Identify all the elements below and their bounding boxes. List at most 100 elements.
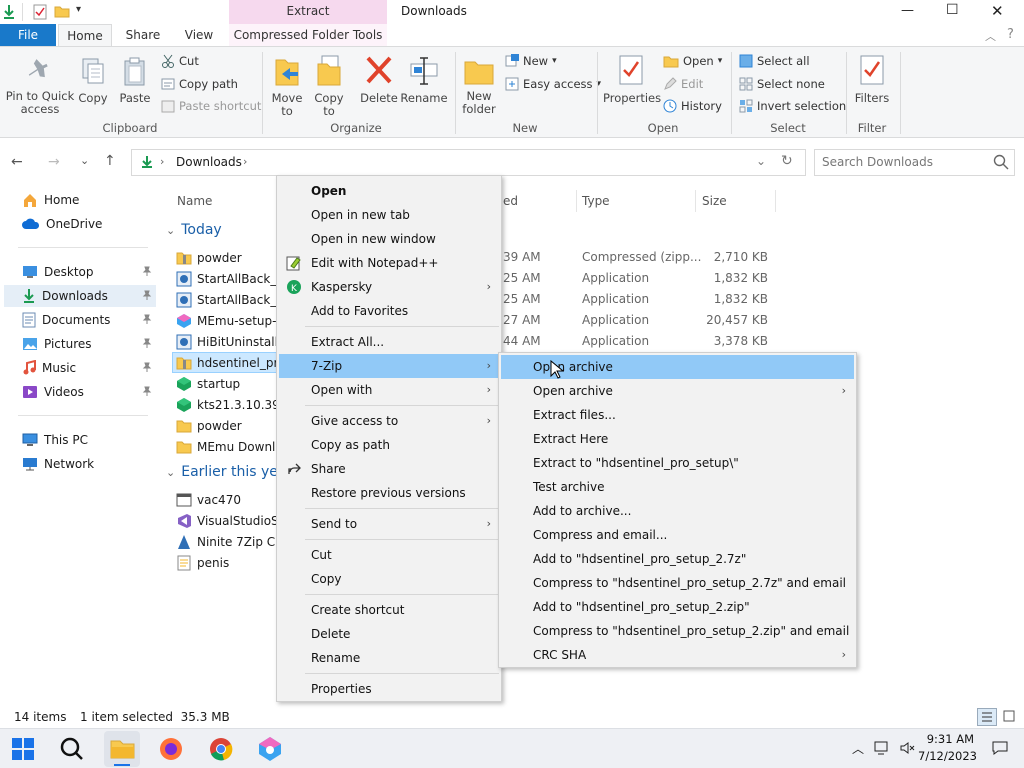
rename-button[interactable]: Rename <box>400 54 448 105</box>
copy-path-button[interactable]: Copy path <box>161 75 238 93</box>
properties-check-icon[interactable] <box>33 4 47 20</box>
context-menu-item-send-to[interactable]: Send to › <box>277 512 501 536</box>
context-menu-item-properties[interactable]: Properties <box>277 677 501 701</box>
address-dropdown-icon[interactable]: ⌄ <box>756 154 766 168</box>
delete-button[interactable]: Delete <box>359 54 399 105</box>
7zip-menu-item-3[interactable]: Extract Here <box>499 427 856 451</box>
context-menu-item-open-in-new-window[interactable]: Open in new window <box>277 227 501 251</box>
context-menu-item-open-in-new-tab[interactable]: Open in new tab <box>277 203 501 227</box>
invert-selection-button[interactable]: Invert selection <box>739 97 846 115</box>
file-row[interactable]: HiBitUninstalle <box>176 331 276 352</box>
file-row[interactable]: vac470 <box>176 489 276 510</box>
file-row[interactable]: StartAllBack_3. <box>176 268 276 289</box>
history-button[interactable]: History <box>663 97 722 115</box>
sidebar-item-home[interactable]: Home <box>22 189 156 211</box>
minimize-button[interactable]: — <box>901 3 914 18</box>
details-view-icon[interactable] <box>977 708 997 726</box>
column-separator[interactable] <box>775 190 776 212</box>
show-hidden-icons-icon[interactable]: ︿ <box>852 740 864 757</box>
properties-button[interactable]: Properties <box>603 54 661 105</box>
file-row[interactable]: kts21.3.10.391e <box>176 394 276 415</box>
file-row[interactable]: Ninite 7Zip Chr <box>176 531 276 552</box>
tab-file[interactable]: File <box>0 24 56 47</box>
7zip-menu-item-6[interactable]: Add to archive... <box>499 499 856 523</box>
column-header-name[interactable]: Name <box>177 194 212 208</box>
file-row[interactable]: startup <box>176 373 276 394</box>
maximize-button[interactable]: ☐ <box>946 2 959 18</box>
sidebar-item-onedrive[interactable]: OneDrive <box>22 213 156 235</box>
large-icons-view-icon[interactable] <box>1002 709 1016 723</box>
file-row[interactable]: MEmu-setup-a <box>176 310 276 331</box>
new-folder-button[interactable]: New folder <box>458 56 500 116</box>
memu-icon[interactable] <box>257 736 283 762</box>
file-explorer-taskbar-button[interactable] <box>104 731 140 767</box>
file-row[interactable]: StartAllBack_3. <box>176 289 276 310</box>
network-icon[interactable] <box>874 740 890 756</box>
group-header-today[interactable]: ⌄ Today <box>166 222 222 238</box>
new-item-button[interactable]: New ▾ <box>505 52 557 70</box>
group-header-earlier[interactable]: ⌄ Earlier this yea <box>166 464 286 480</box>
refresh-icon[interactable]: ↻ <box>781 153 793 169</box>
breadcrumb-downloads[interactable]: Downloads <box>176 155 242 169</box>
volume-muted-icon[interactable] <box>899 740 915 756</box>
7zip-menu-item-10[interactable]: Add to "hdsentinel_pro_setup_2.zip" <box>499 595 856 619</box>
context-menu-item-share[interactable]: Share <box>277 457 501 481</box>
search-input[interactable]: Search Downloads <box>814 149 1015 176</box>
context-menu-item-kaspersky[interactable]: K Kaspersky › <box>277 275 501 299</box>
7zip-menu-item-7[interactable]: Compress and email... <box>499 523 856 547</box>
context-menu-item-copy[interactable]: Copy <box>277 567 501 591</box>
close-button[interactable]: ✕ <box>991 2 1004 20</box>
tab-compressed-folder-tools[interactable]: Compressed Folder Tools <box>229 24 387 47</box>
column-separator[interactable] <box>695 190 696 212</box>
file-row[interactable]: MEmu Downlo <box>176 436 276 457</box>
context-menu-item-create-shortcut[interactable]: Create shortcut <box>277 598 501 622</box>
7zip-menu-item-1[interactable]: Open archive › <box>499 379 856 403</box>
context-menu-item-extract-all[interactable]: Extract All... <box>277 330 501 354</box>
pin-to-quick-access-button[interactable]: Pin to Quick access <box>4 56 76 116</box>
context-menu-item-copy-as-path[interactable]: Copy as path <box>277 433 501 457</box>
cut-button[interactable]: Cut <box>161 52 199 70</box>
sidebar-item-network[interactable]: Network <box>22 453 156 475</box>
clock-date[interactable]: 7/12/2023 <box>918 749 977 763</box>
column-separator[interactable] <box>576 190 577 212</box>
column-header-date[interactable]: ed <box>503 194 518 208</box>
chrome-icon[interactable] <box>209 737 233 761</box>
move-to-button[interactable]: Move to <box>268 54 306 118</box>
help-icon[interactable]: ? <box>1006 26 1018 40</box>
edit-button[interactable]: Edit <box>663 75 703 93</box>
context-menu-item-edit-with-notepad[interactable]: Edit with Notepad++ <box>277 251 501 275</box>
copy-to-button[interactable]: Copy to <box>310 54 348 118</box>
tab-home[interactable]: Home <box>58 24 112 47</box>
7zip-menu-item-5[interactable]: Test archive <box>499 475 856 499</box>
context-menu-item-delete[interactable]: Delete <box>277 622 501 646</box>
collapse-ribbon-icon[interactable]: ︿ <box>985 28 996 44</box>
open-button[interactable]: Open ▾ <box>663 52 722 70</box>
file-row[interactable]: powder <box>176 415 276 436</box>
context-menu-item-rename[interactable]: Rename <box>277 646 501 670</box>
clock-time[interactable]: 9:31 AM <box>924 732 974 746</box>
copy-button[interactable]: Copy <box>76 56 110 105</box>
select-all-button[interactable]: Select all <box>739 52 810 70</box>
download-arrow-icon[interactable] <box>2 4 16 20</box>
start-button[interactable] <box>12 738 34 760</box>
recent-locations-icon[interactable]: ⌄ <box>80 154 89 167</box>
context-menu-item-give-access-to[interactable]: Give access to › <box>277 409 501 433</box>
sidebar-item-desktop[interactable]: Desktop <box>22 261 156 283</box>
sidebar-item-music[interactable]: Music <box>22 357 156 379</box>
context-menu-item-add-to-favorites[interactable]: Add to Favorites <box>277 299 501 323</box>
new-folder-icon[interactable] <box>54 5 70 18</box>
qat-dropdown-icon[interactable]: ▾ <box>76 4 81 15</box>
7zip-menu-item-12[interactable]: CRC SHA › <box>499 643 856 667</box>
context-menu-item-open[interactable]: Open <box>277 179 501 203</box>
tab-view[interactable]: View <box>176 24 222 47</box>
forward-arrow-icon[interactable]: → <box>48 154 60 170</box>
7zip-menu-item-11[interactable]: Compress to "hdsentinel_pro_setup_2.zip"… <box>499 619 856 643</box>
file-row[interactable]: VisualStudioSe <box>176 510 276 531</box>
sidebar-item-downloads[interactable]: Downloads <box>4 285 156 307</box>
context-menu-item-restore-previous-versions[interactable]: Restore previous versions <box>277 481 501 505</box>
file-row[interactable]: powder <box>176 247 276 268</box>
up-arrow-icon[interactable]: ↑ <box>104 153 116 169</box>
easy-access-button[interactable]: Easy access ▾ <box>505 75 601 93</box>
firefox-icon[interactable] <box>159 737 183 761</box>
7zip-menu-item-2[interactable]: Extract files... <box>499 403 856 427</box>
